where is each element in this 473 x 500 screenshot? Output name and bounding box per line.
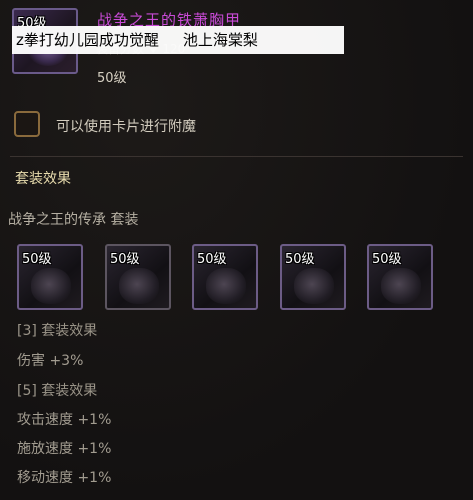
set-piece-art <box>31 268 71 304</box>
set-piece-level: 50级 <box>285 252 315 267</box>
set-bonus-3-header: [3] 套装效果 <box>17 323 98 339</box>
set-piece-level: 50级 <box>22 252 52 267</box>
set-piece-4-icon[interactable]: 50级 <box>280 244 346 310</box>
divider <box>10 156 463 157</box>
enchant-card-label: 可以使用卡片进行附魔 <box>56 119 196 135</box>
set-bonus-attack-speed: 攻击速度 +1% <box>17 412 112 428</box>
user-overlay-banner: z拳打幼儿园成功觉醒 池上海棠梨 <box>12 26 344 54</box>
set-piece-art <box>294 268 334 304</box>
item-level-text: 50级 <box>97 71 127 86</box>
enchant-card-checkbox[interactable] <box>14 111 40 137</box>
set-piece-2-icon[interactable]: 50级 <box>105 244 171 310</box>
overlay-right-text: 池上海棠梨 <box>182 31 258 49</box>
set-bonus-cast-speed: 施放速度 +1% <box>17 441 112 457</box>
set-piece-1-icon[interactable]: 50级 <box>17 244 83 310</box>
set-piece-3-icon[interactable]: 50级 <box>192 244 258 310</box>
set-piece-level: 50级 <box>197 252 227 267</box>
set-piece-art <box>119 268 159 304</box>
set-effect-section-title: 套装效果 <box>15 171 71 187</box>
set-bonus-damage: 伤害 +3% <box>17 353 84 369</box>
set-bonus-move-speed: 移动速度 +1% <box>17 470 112 486</box>
set-name: 战争之王的传承 套装 <box>8 212 139 228</box>
set-piece-level: 50级 <box>110 252 140 267</box>
set-piece-5-icon[interactable]: 50级 <box>367 244 433 310</box>
set-bonus-5-header: [5] 套装效果 <box>17 383 98 399</box>
item-tooltip-panel: 50级 战争之王的铁萧胸甲 装备分数 ♥ 120 z拳打幼儿园成功觉醒池上海棠梨… <box>0 0 473 500</box>
set-piece-art <box>206 268 246 304</box>
set-piece-art <box>381 268 421 304</box>
overlay-left-text: z拳打幼儿园成功觉醒 <box>16 31 159 49</box>
set-piece-level: 50级 <box>372 252 402 267</box>
